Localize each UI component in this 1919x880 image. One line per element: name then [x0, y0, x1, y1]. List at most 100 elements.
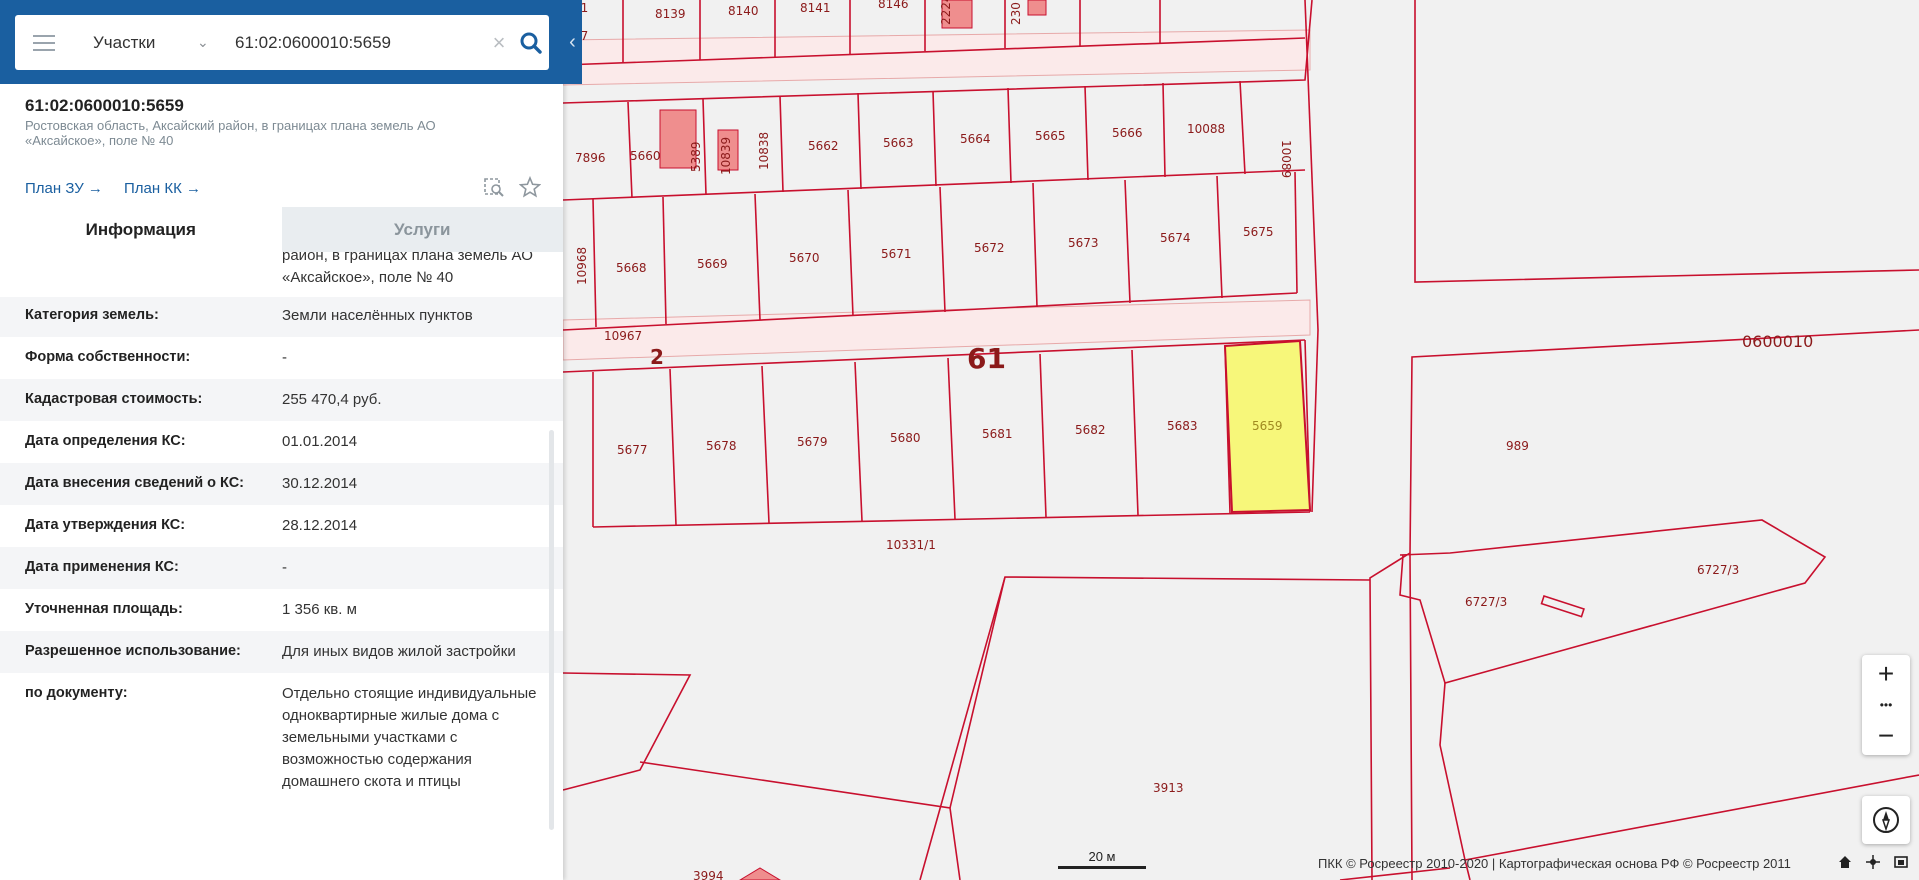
field-row: Категория земель: Земли населённых пункто… [0, 297, 563, 337]
svg-text:8140: 8140 [728, 4, 759, 18]
favorite-star-icon[interactable] [518, 175, 542, 203]
svg-text:5679: 5679 [797, 435, 828, 449]
clear-icon[interactable]: × [485, 30, 513, 56]
svg-text:5671: 5671 [881, 247, 912, 261]
info-content: район, в границах плана земель АО «Аксай… [0, 252, 563, 880]
home-icon[interactable] [1838, 855, 1852, 874]
svg-text:5665: 5665 [1035, 129, 1066, 143]
svg-text:10838: 10838 [757, 132, 771, 170]
svg-text:5670: 5670 [789, 251, 820, 265]
map-attribution: ПКК © Росреестр 2010-2020 | Картографиче… [1318, 856, 1791, 871]
cadastral-number-title: 61:02:0600010:5659 [25, 96, 184, 115]
svg-text:8141: 8141 [800, 1, 831, 15]
panel-scrollbar[interactable] [549, 430, 554, 830]
zoom-in-button[interactable]: + [1862, 655, 1910, 693]
search-button[interactable] [513, 25, 549, 61]
svg-text:230: 230 [1009, 2, 1023, 25]
tabs-bar: Информация Услуги [0, 207, 563, 252]
svg-text:7896: 7896 [575, 151, 606, 165]
field-key: Форма собственности: [25, 349, 191, 365]
svg-text:5678: 5678 [706, 439, 737, 453]
chevron-down-icon[interactable]: ⌄ [197, 34, 217, 51]
field-key: Дата внесения сведений о КС: [25, 475, 245, 491]
plan-kk-label: План КК [124, 180, 182, 197]
field-row: Дата определения КС: 01.01.2014 [0, 421, 563, 463]
field-key: Уточненная площадь: [25, 601, 183, 617]
svg-text:5666: 5666 [1112, 126, 1143, 140]
compass-icon [1873, 807, 1899, 833]
svg-text:2224: 2224 [939, 0, 953, 25]
field-value: Отдельно стоящие индивидуальные одноквар… [282, 685, 537, 790]
svg-text:5677: 5677 [617, 443, 648, 457]
svg-text:61: 61 [967, 342, 1006, 375]
map-scale: 20 м [1058, 849, 1146, 869]
menu-icon[interactable] [33, 34, 55, 51]
svg-text:5662: 5662 [808, 139, 839, 153]
field-row: Форма собственности: - [0, 337, 563, 379]
svg-text:10089: 10089 [1279, 140, 1293, 178]
bottom-toolbar [1838, 855, 1908, 874]
field-value: 255 470,4 руб. [282, 391, 382, 408]
svg-text:5682: 5682 [1075, 423, 1106, 437]
svg-text:5668: 5668 [616, 261, 647, 275]
find-on-map-icon[interactable] [483, 176, 505, 203]
field-key: Дата применения КС: [25, 559, 179, 575]
field-value: Для иных видов жилой застройки [282, 643, 516, 660]
field-row: Дата утверждения КС: 28.12.2014 [0, 505, 563, 547]
field-key: Дата определения КС: [25, 433, 186, 449]
svg-text:5673: 5673 [1068, 236, 1099, 250]
field-row: Дата применения КС: - [0, 547, 563, 589]
svg-text:5663: 5663 [883, 136, 914, 150]
field-row: Дата внесения сведений о КС: 30.12.2014 [0, 463, 563, 505]
svg-text:5674: 5674 [1160, 231, 1191, 245]
field-key: по документу: [25, 685, 128, 701]
svg-text:10967: 10967 [604, 329, 642, 343]
field-row: по документу: Отдельно стоящие индивидуал… [0, 673, 563, 833]
field-key: Разрешенное использование: [25, 643, 241, 659]
search-type-select[interactable]: Участки [93, 33, 193, 53]
plan-zu-link[interactable]: План ЗУ → [25, 180, 103, 197]
svg-text:5389: 5389 [689, 141, 703, 172]
svg-text:10331/1: 10331/1 [886, 538, 936, 552]
collapse-panel-icon[interactable]: ‹ [563, 26, 582, 58]
field-value: - [282, 349, 287, 366]
more-options-button[interactable]: ••• [1862, 693, 1910, 717]
arrow-right-icon: → [87, 180, 103, 197]
svg-text:989: 989 [1506, 439, 1529, 453]
plan-zu-label: План ЗУ [25, 180, 84, 197]
svg-text:5683: 5683 [1167, 419, 1198, 433]
svg-text:6727/3: 6727/3 [1465, 595, 1507, 609]
locate-icon[interactable] [1866, 855, 1880, 874]
svg-text:3913: 3913 [1153, 781, 1184, 795]
plan-kk-link[interactable]: План КК → [124, 180, 201, 197]
arrow-right-icon: → [185, 180, 201, 197]
svg-text:0600010: 0600010 [1742, 332, 1813, 351]
svg-text:5675: 5675 [1243, 225, 1274, 239]
field-value: Земли населённых пунктов [282, 307, 473, 324]
object-address: Ростовская область, Аксайский район, в г… [25, 118, 436, 148]
svg-text:8146: 8146 [878, 0, 909, 11]
info-panel: 61:02:0600010:5659 Ростовская область, А… [0, 0, 563, 880]
field-row: Разрешенное использование: Для иных видов… [0, 631, 563, 673]
svg-text:5664: 5664 [960, 132, 991, 146]
field-row: Уточненная площадь: 1 356 кв. м [0, 589, 563, 631]
search-input[interactable]: 61:02:0600010:5659 [235, 33, 485, 53]
field-key: Кадастровая стоимость: [25, 391, 203, 407]
zoom-out-button[interactable]: − [1862, 717, 1910, 755]
search-header: Участки ⌄ 61:02:0600010:5659 × ‹ [0, 0, 582, 84]
tab-info[interactable]: Информация [0, 207, 282, 252]
svg-text:5672: 5672 [974, 241, 1005, 255]
tab-services[interactable]: Услуги [281, 207, 563, 252]
compass-button[interactable] [1862, 796, 1910, 844]
search-icon [520, 32, 542, 54]
svg-text:5669: 5669 [697, 257, 728, 271]
search-box: Участки ⌄ 61:02:0600010:5659 × [15, 15, 549, 70]
layers-icon[interactable] [1894, 855, 1908, 874]
svg-text:10839: 10839 [719, 137, 733, 175]
svg-text:5681: 5681 [982, 427, 1013, 441]
svg-text:3994: 3994 [693, 869, 724, 880]
field-value: 01.01.2014 [282, 433, 358, 450]
zoom-control: + ••• − [1862, 655, 1910, 755]
svg-text:5660: 5660 [630, 149, 661, 163]
svg-text:8139: 8139 [655, 7, 686, 21]
